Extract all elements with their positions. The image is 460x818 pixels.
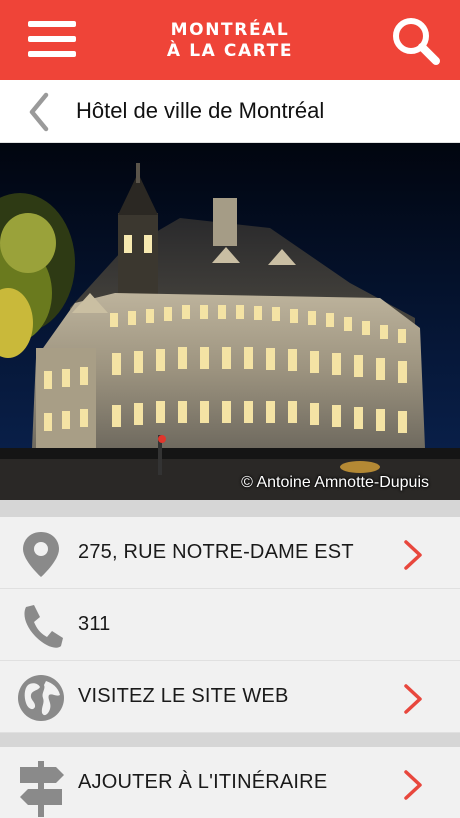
globe-icon — [16, 673, 66, 723]
title-bar: Hôtel de ville de Montréal — [0, 80, 460, 143]
signpost-icon — [16, 759, 66, 817]
city-hall-photo — [0, 143, 460, 500]
page-title: Hôtel de ville de Montréal — [76, 98, 325, 123]
website-row[interactable]: VISITEZ LE SITE WEB — [0, 661, 460, 733]
app-header: MONTRÉAL À LA CARTE — [0, 0, 460, 80]
address-label: 275, RUE NOTRE-DAME EST — [78, 541, 354, 563]
app-title-line1: MONTRÉAL — [170, 20, 290, 40]
chevron-right-icon[interactable] — [402, 539, 424, 571]
hamburger-menu-icon[interactable] — [28, 21, 76, 59]
app-title: MONTRÉAL À LA CARTE — [130, 20, 330, 62]
add-itinerary-label: AJOUTER À L'ITINÉRAIRE — [78, 771, 328, 793]
photo-credit: © Antoine Amnotte-Dupuis — [241, 474, 429, 491]
hero-photo: © Antoine Amnotte-Dupuis — [0, 143, 460, 500]
phone-label: 311 — [78, 613, 111, 635]
chevron-left-icon[interactable] — [26, 92, 56, 132]
website-label: VISITEZ LE SITE WEB — [78, 685, 289, 707]
app-title-line2: À LA CARTE — [166, 41, 294, 61]
section-divider — [0, 500, 460, 517]
map-pin-icon — [16, 529, 66, 579]
address-row[interactable]: 275, RUE NOTRE-DAME EST — [0, 517, 460, 589]
chevron-right-icon[interactable] — [402, 769, 424, 801]
section-divider — [0, 733, 460, 747]
phone-icon — [16, 601, 66, 651]
add-itinerary-row[interactable]: AJOUTER À L'ITINÉRAIRE — [0, 747, 460, 818]
phone-row[interactable]: 311 — [0, 589, 460, 661]
chevron-right-icon[interactable] — [402, 683, 424, 715]
search-icon[interactable] — [388, 14, 444, 68]
